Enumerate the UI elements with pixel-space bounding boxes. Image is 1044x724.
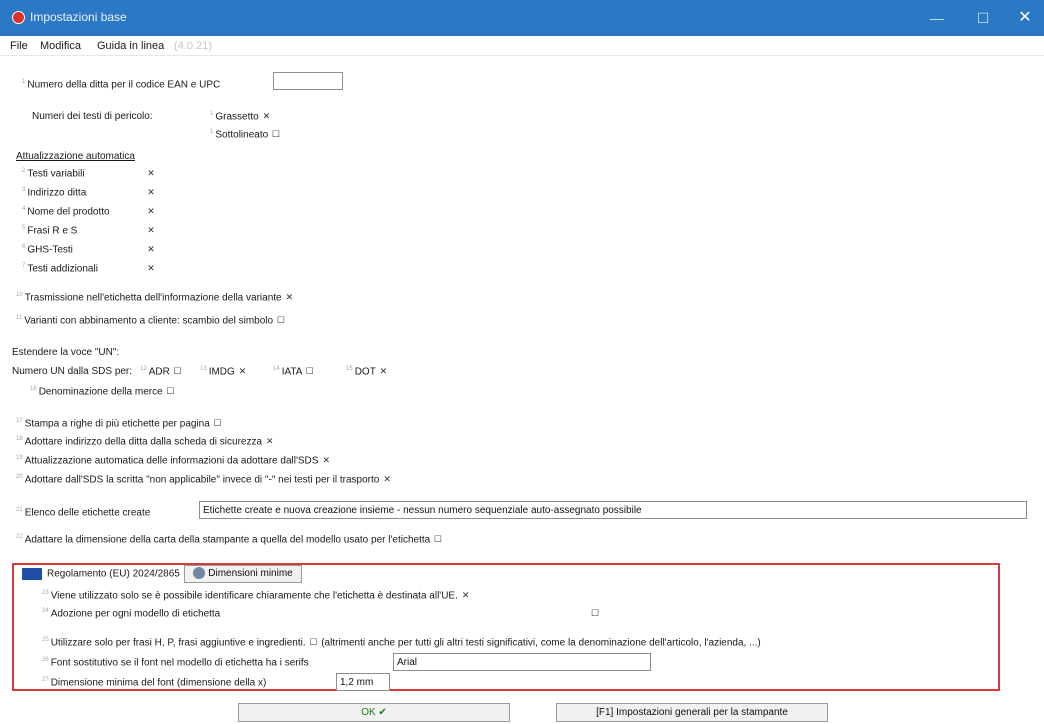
only-h-p-option[interactable]: 25 Utilizzare solo per frasi H, P, frasi … (42, 637, 761, 648)
app-icon (12, 11, 25, 24)
underline-checkbox[interactable]: ☐ (271, 129, 281, 140)
version-label: (4.0.21) (174, 40, 212, 52)
adapt-paper-option[interactable]: 22 Adattare la dimensione della carta del… (16, 534, 443, 545)
close-button[interactable]: ✕ (1008, 5, 1042, 31)
ean-input[interactable] (273, 72, 343, 90)
regulation-title: Regolamento (EU) 2024/2865 (22, 568, 180, 580)
ok-button[interactable]: OK ✔ (238, 703, 510, 722)
eu-flag-icon (22, 568, 42, 580)
auto-update-item[interactable]: 3 Indirizzo ditta (22, 187, 86, 198)
auto-update-checkbox[interactable]: ✕ (146, 187, 156, 198)
bold-option[interactable]: 1 Grassetto ✕ (210, 111, 271, 122)
auto-update-item[interactable]: 5 Frasi R e S (22, 225, 77, 236)
imdg-checkbox[interactable]: ✕ (238, 366, 248, 377)
substitute-font-input[interactable]: Arial (393, 653, 651, 671)
printer-settings-button[interactable]: [F1] Impostazioni generali per la stampa… (556, 703, 828, 722)
menu-guida[interactable]: Guida in linea (97, 40, 164, 52)
not-applicable-option[interactable]: 20 Adottare dall'SDS la scritta "non appl… (16, 474, 392, 485)
auto-update-sds-checkbox[interactable]: ✕ (321, 455, 331, 466)
adopt-address-option[interactable]: 18 Adottare indirizzo della ditta dalla s… (16, 436, 275, 447)
auto-update-checkbox[interactable]: ✕ (146, 168, 156, 179)
variant-transmission-option[interactable]: 10 Trasmissione nell'etichetta dell'infor… (16, 292, 294, 303)
menu-file[interactable]: File (10, 40, 28, 52)
min-font-input[interactable]: 1,2 mm (336, 673, 390, 691)
labels-list-label: 21 Elenco delle etichette create (16, 507, 151, 519)
auto-update-checkbox[interactable]: ✕ (146, 244, 156, 255)
window-title: Impostazioni base (30, 10, 127, 24)
auto-update-sds-option[interactable]: 19 Attualizzazione automatica delle infor… (16, 455, 331, 466)
not-applicable-checkbox[interactable]: ✕ (382, 474, 392, 485)
un-label: Numero UN dalla SDS per: (12, 366, 133, 377)
auto-update-item[interactable]: 7 Testi addizionali (22, 263, 98, 274)
auto-update-heading: Attualizzazione automatica (16, 151, 135, 162)
maximize-button[interactable]: ☐ (966, 5, 1000, 31)
un-option-iata[interactable]: 14 IATA ☐ (273, 366, 315, 377)
only-eu-option[interactable]: 23 Viene utilizzato solo se è possibile i… (42, 590, 471, 601)
dot-checkbox[interactable]: ✕ (378, 366, 388, 377)
adapt-paper-checkbox[interactable]: ☐ (433, 534, 443, 545)
auto-update-item[interactable]: 6 GHS-Testi (22, 244, 73, 255)
print-rows-checkbox[interactable]: ☐ (213, 418, 223, 429)
adopt-address-checkbox[interactable]: ✕ (265, 436, 275, 447)
print-rows-option[interactable]: 17 Stampa a righe di più etichette per pa… (16, 418, 223, 429)
auto-update-checkbox[interactable]: ✕ (146, 225, 156, 236)
auto-update-item[interactable]: 4 Nome del prodotto (22, 206, 110, 217)
gear-icon (193, 567, 206, 580)
per-model-option[interactable]: 24 Adozione per ogni modello di etichetta (42, 608, 220, 619)
only-h-p-checkbox[interactable]: ☐ (308, 637, 318, 648)
variant-symbol-option[interactable]: 11 Varianti con abbinamento a cliente: sc… (16, 315, 286, 326)
min-dimensions-button[interactable]: Dimensioni minime (184, 565, 302, 583)
variant-transmission-checkbox[interactable]: ✕ (284, 292, 294, 303)
ean-label: 1 Numero della ditta per il codice EAN e … (22, 79, 221, 91)
min-font-label: 27 Dimensione minima del font (dimensione… (42, 677, 267, 689)
brand-checkbox[interactable]: ☐ (165, 386, 175, 397)
variant-symbol-checkbox[interactable]: ☐ (276, 315, 286, 326)
bold-checkbox[interactable]: ✕ (261, 111, 271, 122)
un-option-dot[interactable]: 15 DOT ✕ (346, 366, 388, 377)
auto-update-checkbox[interactable]: ✕ (146, 263, 156, 274)
un-option-adr[interactable]: 12 ADR ☐ (140, 366, 183, 377)
per-model-checkbox[interactable]: ☐ (590, 608, 600, 619)
underline-option[interactable]: 1 Sottolineato ☐ (210, 129, 281, 140)
only-h-p-note: (altrimenti anche per tutti gli altri te… (321, 637, 761, 649)
minimize-button[interactable]: — (920, 5, 954, 31)
labels-list-select[interactable]: Etichette create e nuova creazione insie… (199, 501, 1027, 519)
iata-checkbox[interactable]: ☐ (305, 366, 315, 377)
auto-update-item[interactable]: 2 Testi variabili (22, 168, 85, 179)
menu-modifica[interactable]: Modifica (40, 40, 81, 52)
un-option-imdg[interactable]: 13 IMDG ✕ (200, 366, 248, 377)
substitute-font-label: 26 Font sostitutivo se il font nel modell… (42, 657, 309, 669)
adr-checkbox[interactable]: ☐ (173, 366, 183, 377)
regulation-section (12, 563, 1000, 691)
auto-update-checkbox[interactable]: ✕ (146, 206, 156, 217)
menu-bar: File Modifica Guida in linea (4.0.21) (0, 36, 1044, 56)
only-eu-checkbox[interactable]: ✕ (461, 590, 471, 601)
title-bar: Impostazioni base — ☐ ✕ (0, 0, 1044, 36)
brand-option[interactable]: 16 Denominazione della merce ☐ (30, 386, 175, 397)
un-heading: Estendere la voce "UN": (12, 347, 120, 358)
danger-texts-label: Numeri dei testi di pericolo: (32, 111, 153, 122)
